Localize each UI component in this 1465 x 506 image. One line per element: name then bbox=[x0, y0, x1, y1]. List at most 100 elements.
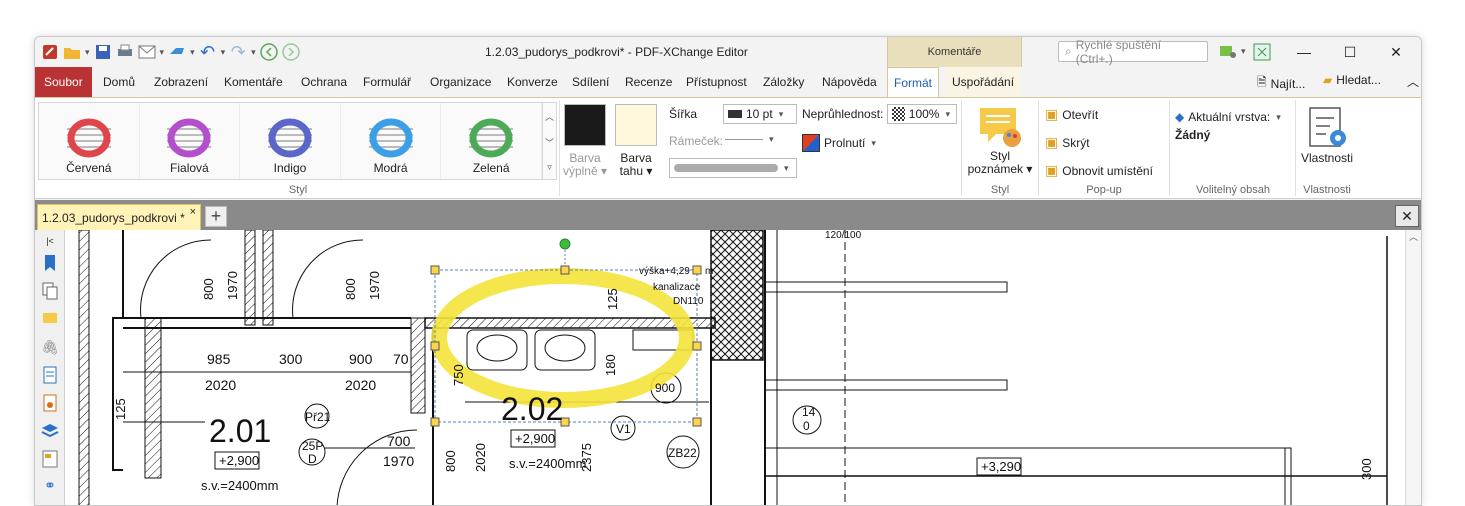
search-button[interactable]: ▰ Hledat... bbox=[1323, 73, 1381, 87]
quick-access-toolbar: ▾ ▾ ▾ ↶ ▾ ↷ ▾ bbox=[39, 41, 302, 63]
properties-button[interactable]: Vlastnosti bbox=[1297, 104, 1357, 184]
menu-formular[interactable]: Formulář bbox=[357, 67, 417, 97]
tab-close-icon[interactable]: × bbox=[190, 206, 196, 218]
stroke-color-button[interactable]: Barva tahu ▾ bbox=[613, 104, 659, 184]
gallery-item-fialova[interactable]: Fialová bbox=[140, 103, 241, 179]
customize-icon[interactable] bbox=[1217, 41, 1239, 63]
properties-icon bbox=[1309, 107, 1346, 147]
label-text: 25P bbox=[302, 439, 323, 453]
dim-text: 700 bbox=[387, 433, 411, 449]
group-label-style: Styl bbox=[288, 184, 308, 196]
document-icon[interactable] bbox=[41, 366, 59, 384]
menu-usporadani[interactable]: Uspořádání bbox=[946, 67, 1021, 97]
back-icon[interactable] bbox=[258, 41, 280, 63]
window-title: 1.2.03_pudorys_podkrovi* - PDF-XChange E… bbox=[485, 45, 748, 59]
thumbnails-icon[interactable] bbox=[41, 282, 59, 300]
menu-komentare[interactable]: Komentáře bbox=[218, 67, 289, 97]
chevron-up-icon[interactable]: ︿ bbox=[1406, 230, 1421, 243]
border-dropdown[interactable]: ▾ bbox=[725, 134, 776, 145]
rotate-handle[interactable] bbox=[559, 238, 571, 250]
restore-position-button[interactable]: ▣ Obnovit umístění bbox=[1045, 162, 1153, 179]
gallery-item-cervena[interactable]: Červená bbox=[39, 103, 140, 179]
room-number: 2.01 bbox=[209, 413, 271, 449]
redo-icon[interactable]: ↷ bbox=[227, 41, 249, 63]
note-style-button[interactable]: Styl poznámek ▾ bbox=[965, 104, 1035, 184]
quick-launch-search[interactable]: ⌕ Rychlé spuštění (Ctrl+.) bbox=[1058, 38, 1208, 66]
certificate-icon[interactable] bbox=[41, 394, 59, 412]
style-gallery: Červená Fialová Indigo Modrá Zelená bbox=[38, 102, 543, 180]
forward-icon[interactable] bbox=[280, 41, 302, 63]
minimize-button[interactable]: — bbox=[1281, 37, 1327, 67]
width-dropdown[interactable]: 10 pt ▾ bbox=[723, 104, 797, 124]
gallery-item-indigo[interactable]: Indigo bbox=[240, 103, 341, 179]
dim-text: 300 bbox=[279, 351, 303, 367]
chevron-down-icon[interactable]: ﹀ bbox=[545, 136, 554, 149]
gallery-item-zelena[interactable]: Zelená bbox=[441, 103, 542, 179]
close-document-button[interactable]: ✕ bbox=[1395, 205, 1419, 227]
blend-button[interactable]: Prolnutí ▾ bbox=[802, 134, 878, 152]
fill-color-button[interactable]: Barva výplně ▾ bbox=[562, 104, 608, 184]
find-button[interactable]: 🗎 Najít... bbox=[1257, 73, 1305, 94]
vertical-scrollbar[interactable]: ︿ bbox=[1405, 230, 1421, 505]
annotation-text: 120/100 bbox=[825, 230, 862, 241]
menu-konverze[interactable]: Konverze bbox=[501, 67, 564, 97]
search-placeholder: Rychlé spuštění (Ctrl+.) bbox=[1075, 37, 1162, 66]
menu-domu[interactable]: Domů bbox=[97, 67, 141, 97]
dim-text: 180 bbox=[603, 354, 618, 376]
content-icon[interactable] bbox=[41, 450, 59, 468]
room-number: 2.02 bbox=[501, 391, 563, 427]
search-panel-icon[interactable]: ⚭ bbox=[41, 476, 59, 494]
dim-text: 800 bbox=[343, 278, 358, 300]
app-logo-icon[interactable] bbox=[39, 41, 61, 63]
menu-zobrazeni[interactable]: Zobrazení bbox=[148, 67, 214, 97]
opacity-dropdown[interactable]: 100% ▾ bbox=[887, 104, 957, 124]
current-layer-dropdown[interactable]: ◆ Aktuální vrstva: ▾ bbox=[1175, 110, 1283, 124]
menu-napoveda[interactable]: Nápověda bbox=[816, 67, 883, 97]
group-label-properties: Vlastnosti bbox=[1303, 184, 1351, 196]
new-tab-button[interactable]: + bbox=[205, 206, 227, 227]
menu-pristupnost[interactable]: Přístupnost bbox=[680, 67, 753, 97]
maximize-button[interactable]: ☐ bbox=[1327, 37, 1373, 67]
bookmarks-icon[interactable] bbox=[41, 254, 59, 272]
undo-icon[interactable]: ↶ bbox=[197, 41, 219, 63]
print-icon[interactable] bbox=[114, 41, 136, 63]
scan-icon[interactable] bbox=[166, 41, 188, 63]
menu-sdileni[interactable]: Sdílení bbox=[566, 67, 615, 97]
find-label: Najít... bbox=[1270, 76, 1306, 91]
attachments-icon[interactable]: 🖇 bbox=[41, 338, 59, 356]
collapse-sidebar-icon[interactable]: |< bbox=[41, 232, 59, 250]
chevron-up-icon[interactable]: ︿ bbox=[545, 110, 554, 123]
collapse-ribbon-button[interactable]: ︿ bbox=[1407, 73, 1419, 90]
border-line-icon bbox=[725, 139, 763, 140]
hide-popup-button[interactable]: ▣ Skrýt bbox=[1045, 134, 1090, 151]
gallery-expand-icon[interactable]: ▿ bbox=[547, 162, 552, 173]
close-window-button[interactable]: ✕ bbox=[1373, 37, 1419, 67]
annotation-text: m bbox=[705, 266, 713, 277]
gallery-item-modra[interactable]: Modrá bbox=[341, 103, 442, 179]
fullscreen-icon[interactable] bbox=[1251, 41, 1273, 63]
gallery-scroll[interactable]: ︿ ﹀ ▿ bbox=[543, 102, 557, 180]
comments-icon[interactable] bbox=[41, 310, 59, 328]
open-folder-icon[interactable] bbox=[61, 41, 83, 63]
document-tab-strip: 1.2.03_pudorys_podkrovi * × + ✕ bbox=[35, 200, 1421, 230]
group-label-popup: Pop-up bbox=[1086, 184, 1122, 196]
line-style-dropdown[interactable]: ▾ bbox=[669, 158, 797, 178]
label-text: 14 bbox=[802, 405, 816, 419]
menu-soubor[interactable]: Soubor bbox=[35, 67, 92, 97]
email-icon[interactable] bbox=[136, 41, 158, 63]
layers-panel-icon[interactable] bbox=[41, 422, 59, 440]
divider bbox=[961, 100, 962, 196]
chevron-down-icon: ▾ bbox=[871, 137, 876, 148]
dim-text: 985 bbox=[207, 351, 231, 367]
dim-text: 800 bbox=[443, 450, 458, 472]
menu-format[interactable]: Formát bbox=[887, 67, 940, 98]
document-canvas[interactable]: 800 1970 800 1970 985 300 900 70 2020 20… bbox=[65, 230, 1407, 505]
menu-recenze[interactable]: Recenze bbox=[619, 67, 678, 97]
hide-note-icon: ▣ bbox=[1045, 134, 1059, 150]
open-popup-button[interactable]: ▣ Otevřít bbox=[1045, 106, 1098, 123]
menu-zalozky[interactable]: Záložky bbox=[757, 67, 810, 97]
document-tab[interactable]: 1.2.03_pudorys_podkrovi * × bbox=[37, 204, 201, 230]
menu-ochrana[interactable]: Ochrana bbox=[295, 67, 353, 97]
save-icon[interactable] bbox=[92, 41, 114, 63]
menu-organizace[interactable]: Organizace bbox=[424, 67, 497, 97]
